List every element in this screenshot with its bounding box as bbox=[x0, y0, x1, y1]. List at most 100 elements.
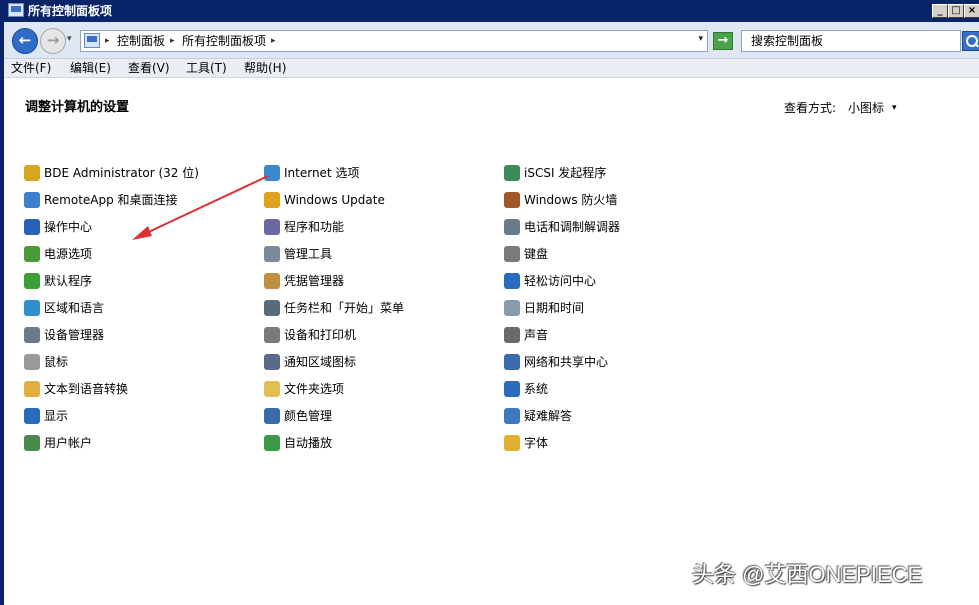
control-panel-item-label[interactable]: 通知区域图标 bbox=[284, 354, 356, 370]
control-panel-item[interactable]: 轻松访问中心 bbox=[504, 272, 724, 299]
control-panel-item-label[interactable]: 颜色管理 bbox=[284, 408, 332, 424]
menu-view[interactable]: 查看(V) bbox=[128, 61, 170, 76]
control-panel-item-label[interactable]: 用户帐户 bbox=[44, 435, 92, 451]
control-panel-item-label[interactable]: Windows 防火墙 bbox=[524, 192, 617, 208]
control-panel-item-label[interactable]: 凭据管理器 bbox=[284, 273, 344, 289]
control-panel-item[interactable]: 通知区域图标 bbox=[264, 353, 484, 380]
phone-modem-icon bbox=[504, 219, 520, 235]
breadcrumb-all-items[interactable]: 所有控制面板项 bbox=[182, 33, 266, 49]
control-panel-item[interactable]: 系统 bbox=[504, 380, 724, 407]
admin-tools-icon bbox=[264, 246, 280, 262]
control-panel-item[interactable]: 颜色管理 bbox=[264, 407, 484, 434]
close-button[interactable]: × bbox=[964, 4, 979, 18]
control-panel-item-label[interactable]: 区域和语言 bbox=[44, 300, 104, 316]
control-panel-item-label[interactable]: 轻松访问中心 bbox=[524, 273, 596, 289]
control-panel-item-label[interactable]: 自动播放 bbox=[284, 435, 332, 451]
control-panel-item-label[interactable]: 显示 bbox=[44, 408, 68, 424]
title-bar: 所有控制面板项 _ □ × bbox=[4, 0, 979, 22]
troubleshooting-icon bbox=[504, 408, 520, 424]
chevron-down-icon[interactable]: ▾ bbox=[892, 101, 897, 115]
address-toolbar: ← → ▾ ▸ 控制面板 ▸ 所有控制面板项 ▸ ▾ → 搜索控制面板 bbox=[4, 22, 979, 59]
control-panel-item-label[interactable]: 系统 bbox=[524, 381, 548, 397]
breadcrumb-separator-icon[interactable]: ▸ bbox=[105, 33, 110, 49]
search-icon[interactable] bbox=[962, 31, 979, 51]
control-panel-item[interactable]: 程序和功能 bbox=[264, 218, 484, 245]
control-panel-item-label[interactable]: Windows Update bbox=[284, 192, 385, 208]
control-panel-item-label[interactable]: 任务栏和「开始」菜单 bbox=[284, 300, 404, 316]
control-panel-item-label[interactable]: 文件夹选项 bbox=[284, 381, 344, 397]
control-panel-item[interactable]: iSCSI 发起程序 bbox=[504, 164, 724, 191]
control-panel-item[interactable]: 电源选项 bbox=[24, 245, 244, 272]
view-by-dropdown[interactable]: 小图标 bbox=[848, 99, 884, 117]
control-panel-item[interactable]: 用户帐户 bbox=[24, 434, 244, 461]
breadcrumb-control-panel[interactable]: 控制面板 bbox=[117, 33, 165, 49]
control-panel-item[interactable]: 设备管理器 bbox=[24, 326, 244, 353]
control-panel-item-label[interactable]: 管理工具 bbox=[284, 246, 332, 262]
recent-pages-dropdown-icon[interactable]: ▾ bbox=[67, 34, 72, 44]
refresh-button[interactable]: → bbox=[713, 32, 733, 50]
control-panel-item[interactable]: 任务栏和「开始」菜单 bbox=[264, 299, 484, 326]
menu-help[interactable]: 帮助(H) bbox=[244, 61, 286, 76]
address-dropdown-icon[interactable]: ▾ bbox=[698, 34, 703, 44]
control-panel-item-label[interactable]: 鼠标 bbox=[44, 354, 68, 370]
control-panel-item[interactable]: Windows 防火墙 bbox=[504, 191, 724, 218]
window-title: 所有控制面板项 bbox=[28, 4, 113, 18]
control-panel-item[interactable]: 文本到语音转换 bbox=[24, 380, 244, 407]
control-panel-item[interactable]: 凭据管理器 bbox=[264, 272, 484, 299]
control-panel-item[interactable]: 显示 bbox=[24, 407, 244, 434]
control-panel-item[interactable]: Internet 选项 bbox=[264, 164, 484, 191]
control-panel-item-label[interactable]: 设备管理器 bbox=[44, 327, 104, 343]
control-panel-item-label[interactable]: 网络和共享中心 bbox=[524, 354, 608, 370]
control-panel-item[interactable]: 网络和共享中心 bbox=[504, 353, 724, 380]
menu-file[interactable]: 文件(F) bbox=[11, 61, 51, 76]
search-input[interactable]: 搜索控制面板 bbox=[741, 30, 961, 52]
forward-button[interactable]: → bbox=[40, 28, 66, 54]
control-panel-item-label[interactable]: 键盘 bbox=[524, 246, 548, 262]
network-sharing-icon bbox=[504, 354, 520, 370]
menu-edit[interactable]: 编辑(E) bbox=[70, 61, 111, 76]
control-panel-item-label[interactable]: 字体 bbox=[524, 435, 548, 451]
control-panel-item[interactable]: 疑难解答 bbox=[504, 407, 724, 434]
system-icon bbox=[504, 381, 520, 397]
taskbar-start-icon bbox=[264, 300, 280, 316]
control-panel-item-label[interactable]: 声音 bbox=[524, 327, 548, 343]
control-panel-item[interactable]: 鼠标 bbox=[24, 353, 244, 380]
minimize-button[interactable]: _ bbox=[932, 4, 948, 18]
control-panel-item[interactable]: Windows Update bbox=[264, 191, 484, 218]
control-panel-item-label[interactable]: 电源选项 bbox=[44, 246, 92, 262]
control-panel-item[interactable]: 字体 bbox=[504, 434, 724, 461]
control-panel-item-label[interactable]: 电话和调制解调器 bbox=[524, 219, 620, 235]
breadcrumb-separator-icon[interactable]: ▸ bbox=[170, 33, 175, 49]
control-panel-item[interactable]: 日期和时间 bbox=[504, 299, 724, 326]
control-panel-item[interactable]: 电话和调制解调器 bbox=[504, 218, 724, 245]
notification-area-icon bbox=[264, 354, 280, 370]
breadcrumb-separator-icon[interactable]: ▸ bbox=[271, 33, 276, 49]
control-panel-item[interactable]: 区域和语言 bbox=[24, 299, 244, 326]
maximize-button[interactable]: □ bbox=[948, 4, 964, 18]
control-panel-item[interactable]: 设备和打印机 bbox=[264, 326, 484, 353]
control-panel-item[interactable]: 默认程序 bbox=[24, 272, 244, 299]
control-panel-item-label[interactable]: 设备和打印机 bbox=[284, 327, 356, 343]
control-panel-item[interactable]: 管理工具 bbox=[264, 245, 484, 272]
control-panel-item-label[interactable]: Internet 选项 bbox=[284, 165, 359, 181]
control-panel-item[interactable]: 声音 bbox=[504, 326, 724, 353]
back-button[interactable]: ← bbox=[12, 28, 38, 54]
color-management-icon bbox=[264, 408, 280, 424]
control-panel-item-label[interactable]: 操作中心 bbox=[44, 219, 92, 235]
control-panel-item-label[interactable]: iSCSI 发起程序 bbox=[524, 165, 606, 181]
items-column-2: Internet 选项 Windows Update 程序和功能管理工具凭据管理器任… bbox=[264, 164, 484, 461]
fonts-icon bbox=[504, 435, 520, 451]
windows-firewall-icon bbox=[504, 192, 520, 208]
control-panel-item-label[interactable]: 文本到语音转换 bbox=[44, 381, 128, 397]
menu-tools[interactable]: 工具(T) bbox=[186, 61, 227, 76]
control-panel-item-label[interactable]: 疑难解答 bbox=[524, 408, 572, 424]
control-panel-item-label[interactable]: 日期和时间 bbox=[524, 300, 584, 316]
control-panel-item-label[interactable]: 默认程序 bbox=[44, 273, 92, 289]
control-panel-item[interactable]: 自动播放 bbox=[264, 434, 484, 461]
control-panel-item-label[interactable]: 程序和功能 bbox=[284, 219, 344, 235]
content-area: 调整计算机的设置 查看方式: 小图标 ▾ BDE Administrator (… bbox=[8, 78, 979, 605]
user-accounts-icon bbox=[24, 435, 40, 451]
address-bar[interactable]: ▸ 控制面板 ▸ 所有控制面板项 ▸ ▾ bbox=[80, 30, 708, 52]
control-panel-item[interactable]: 文件夹选项 bbox=[264, 380, 484, 407]
control-panel-item[interactable]: 键盘 bbox=[504, 245, 724, 272]
